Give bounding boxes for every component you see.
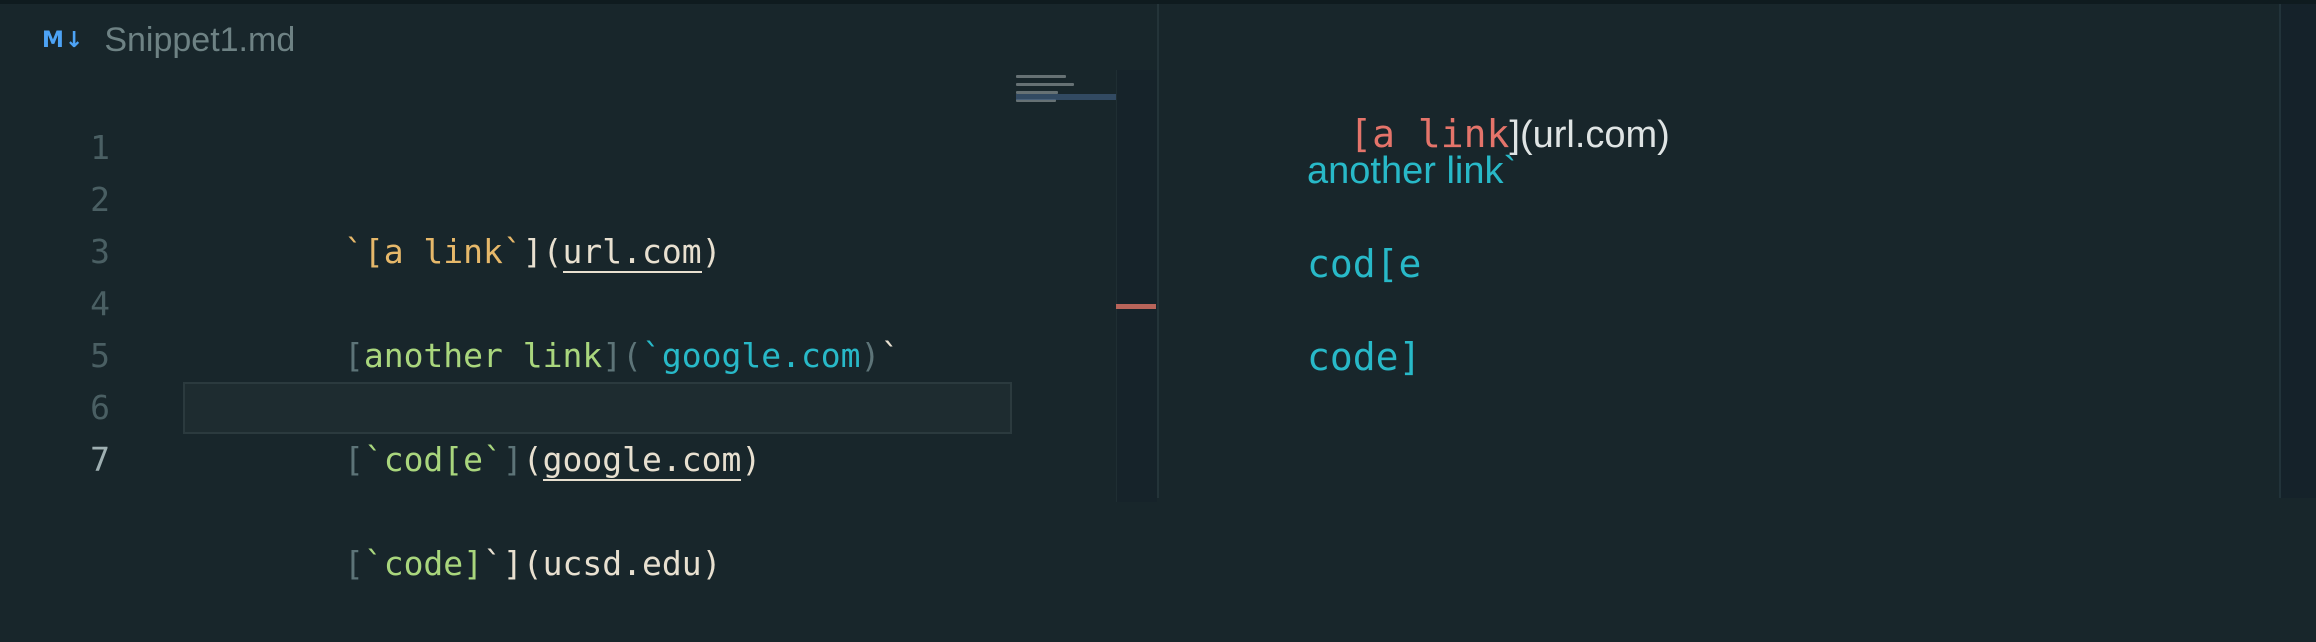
- token: (: [522, 440, 543, 479]
- token: ): [741, 440, 762, 479]
- preview-url-text: ](url.com): [1509, 114, 1670, 156]
- code-line-3[interactable]: 3 [another link](`google.com)`: [0, 174, 1012, 375]
- preview-link[interactable]: another link`: [1307, 143, 1516, 199]
- token: `cod[e`: [363, 440, 503, 479]
- file-tab[interactable]: M↓ Snippet1.md: [42, 16, 295, 64]
- tab-title: Snippet1.md: [104, 20, 296, 59]
- token: `](ucsd.edu): [483, 544, 722, 583]
- markdown-preview-pane[interactable]: [a link](url.com) another link` cod[e co…: [1159, 4, 2279, 498]
- token: ]: [502, 440, 523, 479]
- editor-pane[interactable]: M↓ Snippet1.md 1 `[a link`](url.com) 2 3…: [0, 4, 1157, 583]
- code-line-2[interactable]: 2: [0, 122, 1012, 219]
- line-number: 7: [90, 440, 110, 479]
- preview-code-link-1[interactable]: cod[e: [1307, 236, 1421, 292]
- markdown-icon: M↓: [42, 27, 85, 53]
- editor-scrollbar[interactable]: [1116, 70, 1157, 502]
- preview-code-link-2[interactable]: code]: [1307, 329, 1421, 385]
- code-line-6[interactable]: 6: [0, 330, 1012, 427]
- token: `code]: [363, 544, 484, 583]
- token: [: [343, 544, 364, 583]
- minimap[interactable]: [1016, 70, 1116, 110]
- minimap-viewport: [1016, 94, 1116, 100]
- token: [: [343, 440, 364, 479]
- preview-scrollbar[interactable]: [2279, 4, 2316, 498]
- code-line-5[interactable]: 5 [`cod[e`](google.com): [0, 278, 1012, 481]
- code-line-7[interactable]: 7 [`code]`](ucsd.edu): [0, 382, 1012, 583]
- scrollbar-cursor-marker: [1116, 304, 1156, 309]
- link-url-token: google.com: [542, 440, 742, 481]
- code-line-4[interactable]: 4: [0, 226, 1012, 323]
- code-line-1[interactable]: 1 `[a link`](url.com): [0, 70, 1012, 273]
